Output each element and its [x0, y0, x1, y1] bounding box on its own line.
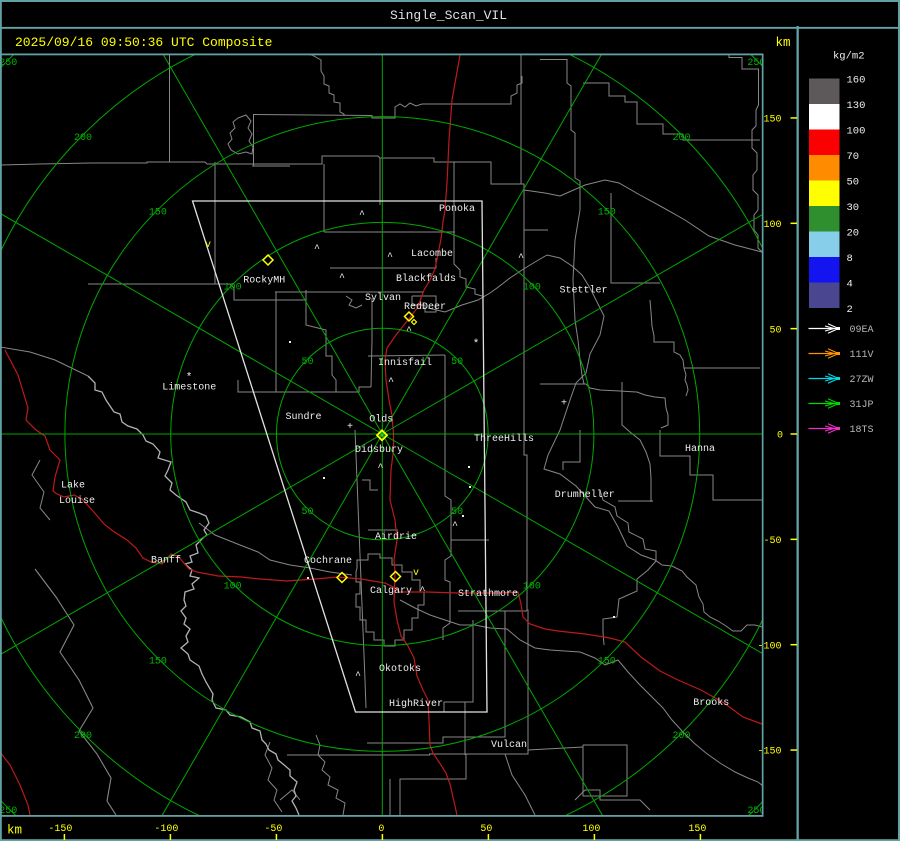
svg-text:250: 250 [0, 58, 17, 69]
svg-text:09EA: 09EA [850, 325, 874, 336]
svg-text:Sundre: Sundre [286, 411, 322, 423]
svg-text:HighRiver: HighRiver [389, 698, 443, 710]
svg-text:Olds: Olds [369, 413, 393, 425]
svg-text:Didsbury: Didsbury [355, 444, 403, 456]
svg-text:100: 100 [847, 125, 866, 137]
svg-text:v: v [413, 568, 419, 579]
svg-text:-100: -100 [154, 824, 178, 835]
svg-text:^: ^ [387, 252, 393, 263]
svg-text:^: ^ [406, 326, 412, 337]
svg-text:Lake: Lake [61, 480, 85, 492]
svg-text:50: 50 [451, 507, 463, 518]
svg-text:2: 2 [847, 304, 853, 316]
svg-text:-150: -150 [48, 824, 72, 835]
svg-text:100: 100 [763, 220, 781, 231]
svg-text:20: 20 [847, 227, 860, 239]
svg-text:^: ^ [452, 521, 458, 532]
svg-text:^: ^ [359, 210, 365, 221]
svg-text:100: 100 [224, 582, 242, 593]
svg-text:^: ^ [419, 586, 425, 597]
svg-text:Sylvan: Sylvan [365, 292, 401, 304]
svg-text:Okotoks: Okotoks [379, 663, 421, 675]
svg-text:RockyMH: RockyMH [243, 274, 285, 286]
svg-text:*: * [473, 339, 480, 351]
svg-text:160: 160 [847, 74, 866, 86]
svg-text:km: km [776, 36, 791, 50]
svg-text:50: 50 [847, 176, 860, 188]
svg-text:30: 30 [847, 202, 860, 214]
svg-text:50: 50 [301, 507, 313, 518]
svg-text:100: 100 [523, 282, 541, 293]
svg-text:Calgary: Calgary [370, 585, 412, 597]
svg-text:200: 200 [74, 133, 92, 144]
svg-text:150: 150 [149, 656, 167, 667]
svg-text:^: ^ [388, 377, 394, 388]
svg-text:^: ^ [518, 253, 524, 264]
svg-text:^: ^ [377, 463, 383, 474]
svg-text:200: 200 [673, 133, 691, 144]
svg-text:100: 100 [224, 282, 242, 293]
svg-text:Banff: Banff [151, 554, 181, 566]
svg-text:150: 150 [763, 115, 781, 126]
svg-text:km: km [7, 824, 22, 838]
svg-text:200: 200 [74, 731, 92, 742]
svg-text:+: + [347, 422, 353, 433]
svg-text:27ZW: 27ZW [850, 375, 874, 386]
svg-text:-50: -50 [763, 536, 781, 547]
svg-text:50: 50 [301, 357, 313, 368]
svg-text:Stettler: Stettler [560, 284, 608, 296]
svg-text:0: 0 [378, 824, 384, 835]
svg-text:+: + [561, 399, 567, 410]
svg-text:0: 0 [777, 431, 783, 442]
svg-text:100: 100 [523, 582, 541, 593]
svg-text:Brooks: Brooks [693, 697, 729, 709]
svg-text:130: 130 [847, 100, 866, 112]
svg-text:Drumheller: Drumheller [555, 489, 615, 501]
svg-text:150: 150 [598, 656, 616, 667]
svg-text:50: 50 [480, 824, 492, 835]
svg-text:100: 100 [582, 824, 600, 835]
svg-text:ThreeHills: ThreeHills [474, 433, 534, 445]
svg-text:Vulcan: Vulcan [491, 739, 527, 751]
svg-text:Hanna: Hanna [685, 444, 715, 455]
svg-text:-100: -100 [757, 641, 781, 652]
svg-text:-150: -150 [757, 747, 781, 758]
svg-text:Limestone: Limestone [162, 382, 216, 394]
svg-text:Cochrane: Cochrane [304, 555, 352, 567]
svg-text:Blackfalds: Blackfalds [396, 273, 456, 285]
svg-text:RedDeer: RedDeer [404, 301, 446, 313]
svg-text:v: v [205, 240, 211, 251]
svg-text:18TS: 18TS [850, 425, 874, 436]
svg-text:111V: 111V [850, 350, 874, 361]
svg-text:Louise: Louise [59, 495, 95, 507]
svg-text:31JP: 31JP [850, 400, 874, 411]
svg-text:200: 200 [673, 731, 691, 742]
svg-text:Airdrie: Airdrie [375, 531, 417, 543]
svg-text:Lacombe: Lacombe [411, 248, 453, 260]
svg-text:150: 150 [598, 208, 616, 219]
svg-text:Single_Scan_VIL: Single_Scan_VIL [390, 8, 507, 23]
svg-text:-50: -50 [264, 824, 282, 835]
svg-text:Innisfail: Innisfail [378, 357, 432, 369]
svg-text:150: 150 [688, 824, 706, 835]
svg-text:70: 70 [847, 151, 860, 163]
svg-text:^: ^ [314, 244, 320, 255]
svg-text:50: 50 [451, 357, 463, 368]
svg-text:Ponoka: Ponoka [439, 203, 475, 215]
svg-text:50: 50 [769, 325, 781, 336]
svg-text:^: ^ [355, 671, 361, 682]
svg-text:Strathmore: Strathmore [458, 588, 518, 600]
svg-text:8: 8 [847, 253, 853, 265]
svg-text:150: 150 [149, 208, 167, 219]
svg-text:2025/09/16 09:50:36 UTC Compos: 2025/09/16 09:50:36 UTC Composite [15, 35, 272, 50]
svg-text:^: ^ [339, 273, 345, 284]
svg-text:kg/m2: kg/m2 [833, 51, 865, 63]
svg-text:4: 4 [847, 278, 853, 290]
